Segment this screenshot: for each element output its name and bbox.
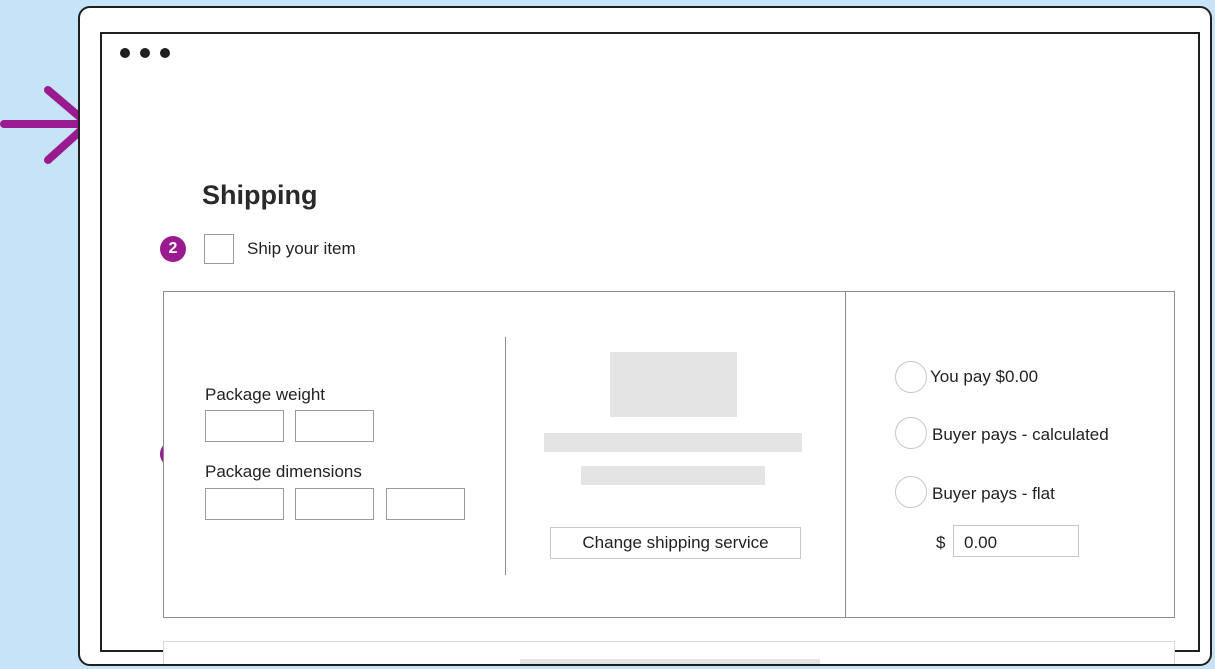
- option-you-pay-label: You pay $0.00: [930, 367, 1039, 386]
- weight-lbs-input[interactable]: [205, 410, 284, 442]
- panel-divider: [845, 292, 846, 617]
- option-buyer-calculated-label: Buyer pays - calculated: [932, 425, 1109, 444]
- currency-symbol: $: [936, 533, 946, 552]
- radio-buyer-pays-calculated[interactable]: [895, 417, 927, 449]
- ship-item-checkbox[interactable]: [204, 234, 234, 264]
- carrier-logo-placeholder: [610, 352, 737, 417]
- change-shipping-service-button[interactable]: Change shipping service: [550, 527, 801, 559]
- service-detail-placeholder: [581, 466, 765, 485]
- weight-oz-input[interactable]: [295, 410, 374, 442]
- option-buyer-flat-label: Buyer pays - flat: [932, 484, 1055, 503]
- shipping-panel: Package weight Package dimensions Change…: [163, 291, 1175, 618]
- step-badge-2: 2: [160, 236, 186, 262]
- window-titlebar: [100, 32, 1200, 78]
- page-title: Shipping: [202, 180, 318, 210]
- service-name-placeholder: [544, 433, 802, 452]
- package-weight-label: Package weight: [205, 385, 326, 404]
- window-dot-icon: [160, 48, 170, 58]
- radio-buyer-pays-flat[interactable]: [895, 476, 927, 508]
- window-dots-icon: [120, 48, 130, 58]
- browser-window: Shipping 2 Ship your item 3 Package weig…: [78, 6, 1212, 666]
- dimension-length-input[interactable]: [205, 488, 284, 520]
- dimension-height-input[interactable]: [386, 488, 465, 520]
- radio-you-pay[interactable]: [895, 361, 927, 393]
- flat-rate-input[interactable]: 0.00: [953, 525, 1079, 557]
- ship-item-label: Ship your item: [247, 239, 356, 258]
- dimension-width-input[interactable]: [295, 488, 374, 520]
- window-content: Shipping 2 Ship your item 3 Package weig…: [100, 76, 1200, 664]
- footer-bar: [163, 641, 1175, 664]
- panel-divider: [505, 337, 506, 575]
- window-dot-icon: [140, 48, 150, 58]
- package-dimensions-label: Package dimensions: [205, 462, 362, 481]
- footer-placeholder: [520, 659, 820, 664]
